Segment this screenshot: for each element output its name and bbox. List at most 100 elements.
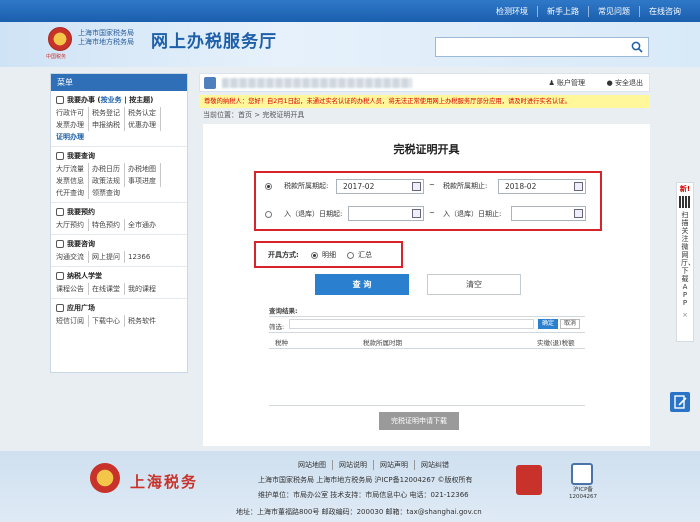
close-icon[interactable]: × <box>677 311 693 319</box>
period-radio[interactable] <box>265 182 272 190</box>
icp-badge-icon[interactable] <box>571 463 593 485</box>
search-icon[interactable] <box>631 41 643 53</box>
sidebar-link[interactable]: 政策法规 <box>92 175 125 187</box>
method-summary-option[interactable]: 汇总 <box>347 250 372 260</box>
footer-link-errata[interactable]: 网站纠错 <box>414 460 455 470</box>
footer-link-statement[interactable]: 网站声明 <box>373 460 414 470</box>
by-topic-link[interactable]: 按主题 <box>129 95 150 105</box>
user-bar: ♟ 账户管理 ● 安全退出 <box>199 73 650 92</box>
sidebar-link[interactable]: 大厅预约 <box>56 219 89 231</box>
icp-badge-line: 沪ICP备 <box>573 487 593 493</box>
tilde: ~ <box>429 181 435 189</box>
storage-end-label: 入（退库）日期止: <box>443 210 502 218</box>
calendar-icon[interactable] <box>574 209 583 218</box>
sidebar-link[interactable]: 特色预约 <box>92 219 125 231</box>
top-link-faq[interactable]: 常见问题 <box>588 5 639 17</box>
footer-maintainer: 维护单位：市局办公室 技术支持：市局信息中心 电话：021-12366 <box>258 491 469 499</box>
sidebar-link[interactable]: 下载中心 <box>92 315 125 327</box>
breadcrumb: 当前位置：首页 > 完税证明开具 <box>203 111 305 119</box>
period-row: 税款所属期起: <box>265 181 328 191</box>
filter-ok-button[interactable]: 确定 <box>538 319 558 329</box>
app-download-tab[interactable]: 新! 扫描关注微网厅、下载APP × <box>676 182 695 342</box>
period-end-input[interactable]: 2018-02 <box>498 179 586 194</box>
sidebar-link[interactable]: 在线课堂 <box>92 283 125 295</box>
by-business-link[interactable]: 按业务 <box>101 95 122 105</box>
grid-icon <box>56 304 64 312</box>
top-link-beginner[interactable]: 新手上路 <box>537 5 588 17</box>
method-summary-label: 汇总 <box>358 251 372 259</box>
sidebar-section-title: 我要查询 <box>67 152 95 160</box>
lock-icon: ● <box>606 79 613 87</box>
method-summary-radio[interactable] <box>347 251 354 259</box>
top-link-check-env[interactable]: 检测环境 <box>487 6 537 17</box>
sidebar-menu: 菜单 我要办事 (按业务 | 按主题) 行政许可 税务登记 税务认定 发票办理 … <box>50 73 188 373</box>
sidebar-link[interactable]: 大厅流量 <box>56 163 89 175</box>
storage-end-input[interactable] <box>511 206 586 221</box>
sidebar-link[interactable]: 申报纳税 <box>92 119 125 131</box>
period-start-input[interactable]: 2017-02 <box>336 179 424 194</box>
sidebar-section-title: 我要预约 <box>67 208 95 216</box>
sidebar-link[interactable]: 全市通办 <box>128 219 160 231</box>
search-input[interactable] <box>436 38 626 56</box>
top-links: 检测环境 新手上路 常见问题 在线咨询 <box>487 0 690 22</box>
sidebar-link[interactable]: 行政许可 <box>56 107 89 119</box>
method-detail-label: 明细 <box>322 251 336 259</box>
footer-brand: 上海税务 <box>130 473 199 491</box>
footer-links: 网站地图 网站说明 网站声明 网站纠错 <box>292 460 455 470</box>
sidebar-link[interactable]: 沟通交流 <box>56 251 89 263</box>
logout-link[interactable]: ● 安全退出 <box>607 78 643 88</box>
account-management-link[interactable]: ♟ 账户管理 <box>548 78 585 88</box>
calendar-icon[interactable] <box>574 182 583 191</box>
sidebar-link[interactable]: 代开查询 <box>56 187 89 199</box>
sidebar-link[interactable]: 短信订阅 <box>56 315 89 327</box>
sidebar-link[interactable]: 网上提问 <box>92 251 125 263</box>
icp-badge-text: 沪ICP备 12004267 <box>566 487 600 501</box>
storage-row: 入（退库）日期起: <box>265 209 342 219</box>
query-button[interactable]: 查 询 <box>315 274 409 295</box>
feedback-icon[interactable] <box>670 392 690 412</box>
emblem-caption: 中国税务 <box>46 54 67 60</box>
method-detail-option[interactable]: 明细 <box>311 250 336 260</box>
header-banner: 中国税务 上海市国家税务局 上海市地方税务局 网上办税服务厅 <box>0 22 700 67</box>
logout-label: 安全退出 <box>615 79 643 87</box>
sidebar-link[interactable]: 税务软件 <box>128 315 160 327</box>
sidebar-link[interactable]: 发票办理 <box>56 119 89 131</box>
sidebar-link[interactable]: 课程公告 <box>56 283 89 295</box>
account-label: 账户管理 <box>557 79 585 87</box>
sidebar-link[interactable]: 12366 <box>128 251 154 263</box>
download-certificate-button[interactable]: 完税证明申请下载 <box>379 412 459 430</box>
sidebar-link[interactable]: 优惠办理 <box>128 119 161 131</box>
calendar-icon[interactable] <box>412 182 421 191</box>
method-label: 开具方式: <box>268 251 299 259</box>
sidebar-link[interactable]: 税务认定 <box>128 107 161 119</box>
top-link-online-consult[interactable]: 在线咨询 <box>639 5 690 17</box>
results-title: 查询结果: <box>269 307 298 315</box>
footer-link-sitemap[interactable]: 网站地图 <box>292 460 332 470</box>
government-badge-icon[interactable] <box>516 465 542 495</box>
tax-emblem-icon <box>90 463 120 493</box>
sidebar-link[interactable]: 税务登记 <box>92 107 125 119</box>
clear-button[interactable]: 清空 <box>427 274 521 295</box>
column-header-tax-type: 税种 <box>275 339 288 347</box>
page-title: 完税证明开具 <box>393 143 460 156</box>
storage-radio[interactable] <box>265 210 272 218</box>
tilde: ~ <box>429 209 435 217</box>
filter-input[interactable] <box>289 319 534 329</box>
briefcase-icon <box>56 96 64 104</box>
sidebar-section-title: 我要咨询 <box>67 240 95 248</box>
storage-start-input[interactable] <box>348 206 424 221</box>
sidebar-link[interactable]: 事项进度 <box>128 175 161 187</box>
sidebar-link[interactable]: 发票信息 <box>56 175 89 187</box>
calendar-icon[interactable] <box>412 209 421 218</box>
sidebar-link-certificate[interactable]: 证明办理 <box>56 131 88 143</box>
footer-link-about[interactable]: 网站说明 <box>332 460 373 470</box>
icp-badge-line: 12004267 <box>569 494 597 500</box>
sidebar-link[interactable]: 办税日历 <box>92 163 125 175</box>
method-detail-radio[interactable] <box>311 251 318 259</box>
filter-cancel-button[interactable]: 取消 <box>560 319 580 329</box>
sidebar-link[interactable]: 办税地图 <box>128 163 161 175</box>
storage-start-label: 入（退库）日期起: <box>284 210 343 218</box>
sidebar-link[interactable]: 我的课程 <box>128 283 160 295</box>
sidebar-link[interactable]: 领票查询 <box>92 187 124 199</box>
sidebar-section-handle: 我要办事 (按业务 | 按主题) 行政许可 税务登记 税务认定 发票办理 申报纳… <box>51 91 187 147</box>
